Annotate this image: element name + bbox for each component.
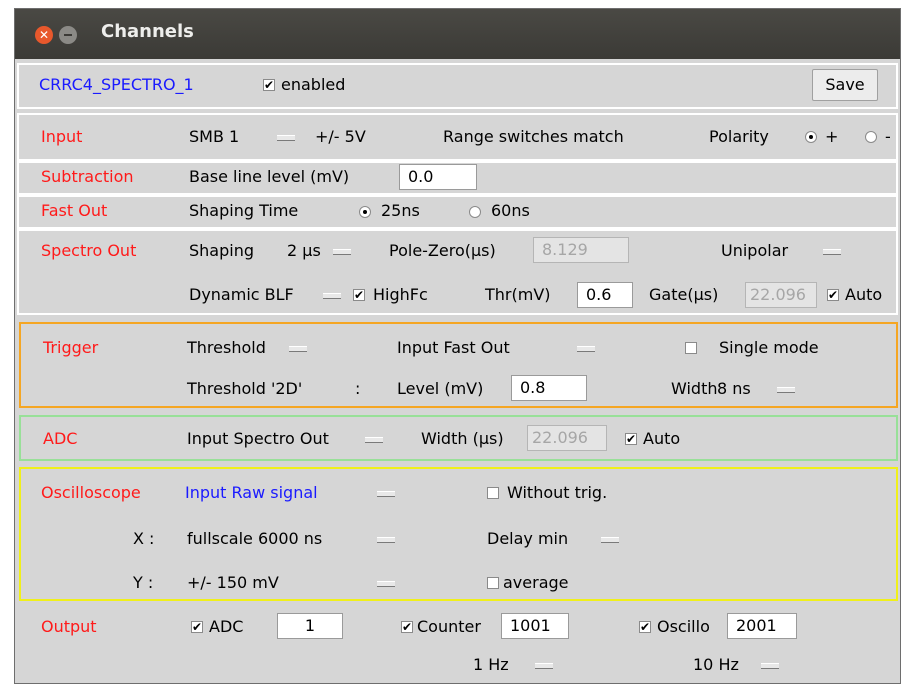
enabled-label: enabled [281, 75, 346, 94]
delay-label: Delay min [487, 529, 569, 548]
spectro-shaping-menu-icon[interactable] [333, 249, 351, 255]
connector-menu-icon[interactable] [277, 135, 295, 141]
adc-width-label: Width (µs) [421, 429, 504, 448]
osc-x-menu-icon[interactable] [377, 537, 395, 543]
channels-window: ✕ Channels CRRC4_SPECTRO_1 ✔ enabled Sav… [14, 8, 901, 684]
highfc-label: HighFc [373, 285, 428, 304]
oscilloscope-section-label: Oscilloscope [41, 483, 141, 502]
thr-input[interactable]: 0.6 [577, 282, 633, 308]
window-title: Channels [101, 21, 194, 42]
polezero-label: Pole-Zero(µs) [389, 241, 496, 260]
polarity-label: Polarity [709, 127, 769, 146]
osc-y-value: +/- 150 mV [187, 573, 279, 592]
without-trig-checkbox[interactable] [487, 487, 499, 499]
output-counter-label: Counter [417, 617, 481, 636]
osc-y-menu-icon[interactable] [377, 581, 395, 587]
trigger-input-menu-icon[interactable] [577, 346, 595, 352]
spectro-shaping-label: Shaping [189, 241, 254, 260]
output-oscillo-label: Oscillo [657, 617, 710, 636]
threshold-2d-label: Threshold '2D' [187, 379, 303, 398]
trigger-width-value: 8 ns [717, 379, 751, 398]
enabled-checkbox[interactable]: ✔ [263, 79, 275, 91]
spectro-shaping-value: 2 µs [287, 241, 321, 260]
trigger-mode: Threshold [187, 338, 266, 357]
trigger-input-label: Input Fast Out [397, 338, 510, 357]
adc-auto-checkbox[interactable]: ✔ [625, 433, 637, 445]
shaping-25ns-label: 25ns [381, 201, 420, 220]
input-range: +/- 5V [315, 127, 366, 146]
polarity-plus-radio[interactable] [805, 131, 817, 143]
baseline-input[interactable]: 0.0 [399, 164, 477, 190]
unipolar-label: Unipolar [721, 241, 789, 260]
level-input[interactable]: 0.8 [511, 375, 587, 401]
adc-input-menu-icon[interactable] [365, 437, 383, 443]
fast-out-panel [17, 195, 898, 229]
input-section-label: Input [41, 127, 83, 146]
channel-name: CRRC4_SPECTRO_1 [39, 75, 194, 94]
single-mode-label: Single mode [719, 338, 819, 357]
dynamic-blf-menu-icon[interactable] [323, 293, 341, 299]
osc-input-menu-icon[interactable] [377, 491, 395, 497]
highfc-checkbox[interactable]: ✔ [353, 289, 365, 301]
polezero-input[interactable]: 8.129 [533, 237, 629, 263]
without-trig-label: Without trig. [507, 483, 608, 502]
spectro-auto-label: Auto [845, 285, 883, 304]
trigger-width-label: Width [671, 379, 718, 398]
output-adc-label: ADC [209, 617, 244, 636]
polarity-minus-label: - [885, 127, 891, 146]
shaping-60ns-radio[interactable] [469, 206, 481, 218]
trigger-mode-menu-icon[interactable] [289, 346, 307, 352]
threshold-2d-colon: : [355, 379, 361, 398]
subtraction-section-label: Subtraction [41, 167, 134, 186]
baseline-label: Base line level (mV) [189, 167, 350, 186]
spectro-out-section-label: Spectro Out [41, 241, 137, 260]
level-label: Level (mV) [397, 379, 484, 398]
fast-out-section-label: Fast Out [41, 201, 108, 220]
save-button[interactable]: Save [812, 69, 878, 101]
average-label: average [503, 573, 569, 592]
output-section-label: Output [41, 617, 97, 636]
adc-input-label: Input Spectro Out [187, 429, 329, 448]
polarity-minus-radio[interactable] [865, 131, 877, 143]
shaping-60ns-label: 60ns [491, 201, 530, 220]
gate-label: Gate(µs) [649, 285, 719, 304]
polarity-plus-label: + [825, 127, 839, 146]
output-adc-input[interactable]: 1 [277, 613, 343, 639]
shaping-time-label: Shaping Time [189, 201, 299, 220]
close-icon[interactable]: ✕ [35, 26, 53, 44]
output-oscillo-input[interactable]: 2001 [727, 613, 797, 639]
trigger-width-menu-icon[interactable] [777, 387, 795, 393]
unipolar-menu-icon[interactable] [823, 249, 841, 255]
delay-menu-icon[interactable] [601, 537, 619, 543]
input-connector: SMB 1 [189, 127, 240, 146]
oscillo-rate-menu-icon[interactable] [761, 663, 779, 669]
average-checkbox[interactable] [487, 577, 499, 589]
adc-auto-label: Auto [643, 429, 681, 448]
minimize-icon[interactable] [59, 26, 77, 44]
trigger-section-label: Trigger [43, 338, 99, 357]
output-counter-input[interactable]: 1001 [501, 613, 569, 639]
gate-input[interactable]: 22.096 [745, 282, 817, 308]
osc-y-label: Y : [133, 573, 154, 592]
range-match-status: Range switches match [443, 127, 624, 146]
adc-width-input[interactable]: 22.096 [527, 425, 607, 451]
oscillo-rate-value: 10 Hz [693, 655, 739, 674]
osc-x-value: fullscale 6000 ns [187, 529, 323, 548]
spectro-auto-checkbox[interactable]: ✔ [827, 289, 839, 301]
thr-label: Thr(mV) [485, 285, 551, 304]
osc-input-label: Input Raw signal [185, 483, 318, 502]
dynamic-blf-label: Dynamic BLF [189, 285, 294, 304]
single-mode-checkbox[interactable] [685, 342, 697, 354]
osc-x-label: X : [133, 529, 155, 548]
adc-section-label: ADC [43, 429, 78, 448]
counter-rate-value: 1 Hz [473, 655, 509, 674]
counter-rate-menu-icon[interactable] [535, 663, 553, 669]
output-oscillo-checkbox[interactable]: ✔ [639, 621, 651, 633]
output-adc-checkbox[interactable]: ✔ [191, 621, 203, 633]
shaping-25ns-radio[interactable] [359, 206, 371, 218]
title-bar: ✕ Channels [15, 9, 900, 59]
output-counter-checkbox[interactable]: ✔ [401, 621, 413, 633]
